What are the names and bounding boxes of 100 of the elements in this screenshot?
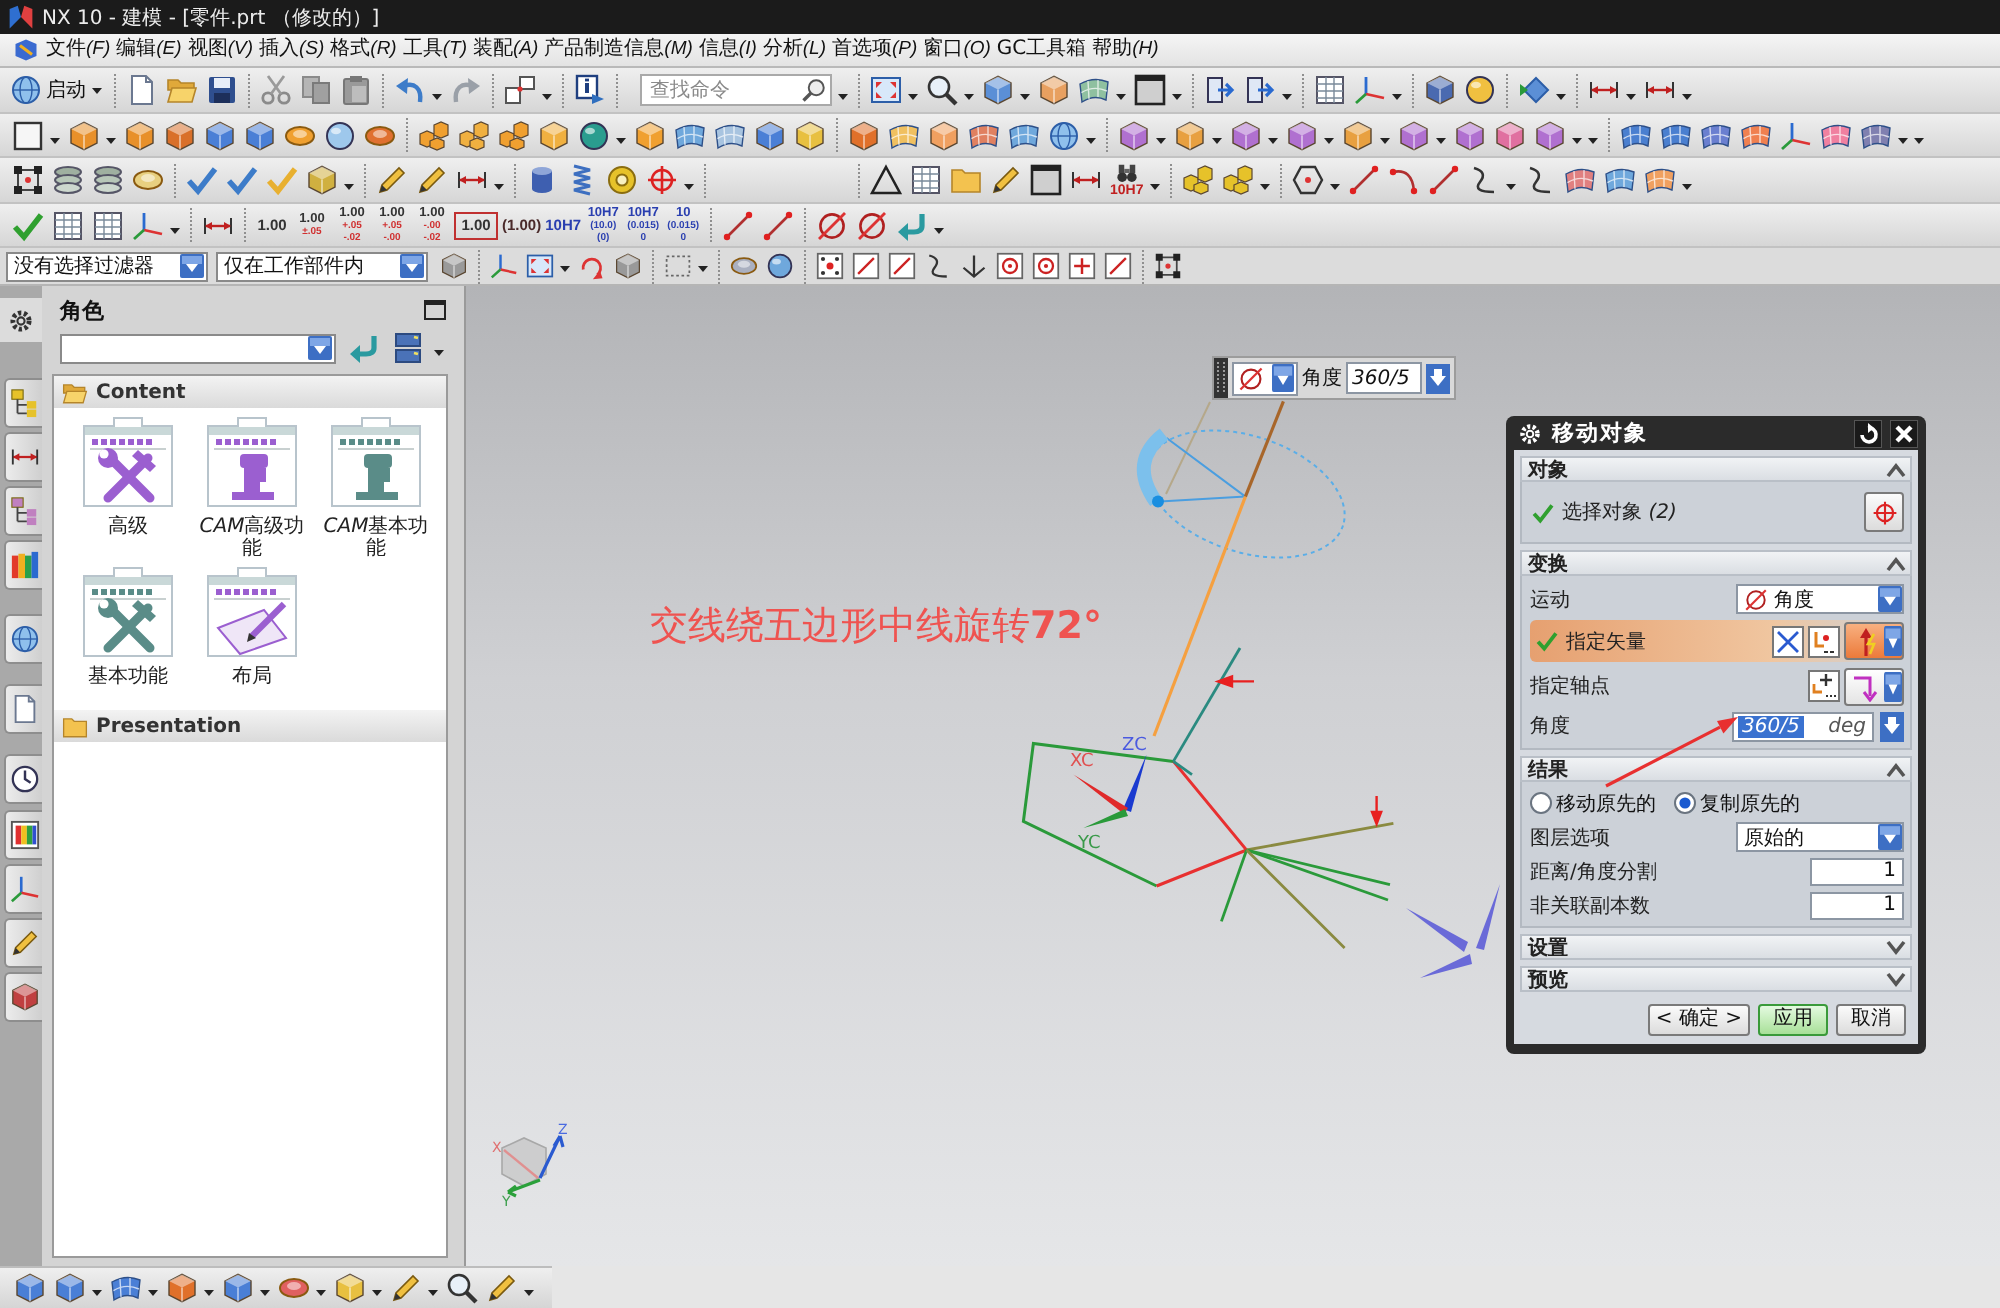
line-snap-icon[interactable] (1104, 252, 1132, 280)
radio-option[interactable]: 复制原先的 (1674, 789, 1800, 817)
pencil-icon[interactable] (376, 164, 408, 196)
chevron-up-icon[interactable] (1886, 555, 1906, 571)
copies-field[interactable]: 1 (1810, 891, 1904, 919)
cylinder-icon[interactable] (526, 164, 558, 196)
axes-icon[interactable] (132, 209, 164, 241)
table-icon[interactable] (1314, 74, 1346, 106)
cube-icon[interactable] (1174, 119, 1206, 151)
cube-icon[interactable] (754, 119, 786, 151)
role-item[interactable]: CAM高级功能 (190, 416, 314, 566)
folder-icon[interactable] (62, 713, 88, 739)
caret-icon[interactable] (344, 184, 354, 190)
circle-snap-icon[interactable] (1032, 252, 1060, 280)
section-header[interactable]: Content (54, 376, 446, 408)
cube-icon[interactable] (1398, 119, 1430, 151)
page-icon[interactable] (9, 694, 39, 724)
surface-icon[interactable] (1643, 164, 1676, 196)
cubes-icon[interactable] (1181, 164, 1214, 196)
role-item[interactable]: 基本功能 (66, 566, 190, 694)
tree-icon[interactable] (9, 496, 39, 526)
vector-row[interactable]: 指定矢量 (1530, 620, 1904, 662)
caret-icon[interactable] (428, 1290, 438, 1296)
caret-icon[interactable] (260, 1290, 270, 1296)
caret-icon[interactable] (560, 266, 570, 272)
caret-icon[interactable] (1116, 94, 1126, 100)
sphere-icon[interactable] (1464, 74, 1496, 106)
section-header[interactable]: 对象 (1520, 456, 1912, 482)
cube-icon[interactable] (614, 252, 642, 280)
close-icon[interactable] (1890, 419, 1918, 447)
cubes-icon[interactable] (418, 119, 450, 151)
caret-icon[interactable] (1392, 94, 1402, 100)
surface-icon[interactable] (1820, 119, 1852, 151)
fit-view-icon[interactable] (870, 74, 902, 106)
caret-icon[interactable] (204, 1290, 214, 1296)
circle-snap-icon[interactable] (996, 252, 1024, 280)
check-icon[interactable] (12, 209, 44, 241)
section-header[interactable]: Presentation (54, 710, 446, 742)
curve-icon[interactable] (924, 252, 952, 280)
cube-icon[interactable] (244, 119, 276, 151)
surface-icon[interactable] (1860, 119, 1892, 151)
section-header[interactable]: 预览 (1520, 966, 1912, 992)
disc-icon[interactable] (730, 252, 758, 280)
plus-snap-icon[interactable] (1068, 252, 1096, 280)
clock-icon[interactable] (9, 764, 39, 794)
circle-slash-icon[interactable] (855, 209, 888, 241)
node-grid-icon[interactable] (1154, 252, 1182, 280)
menu-item[interactable]: 首选项(P) (830, 36, 920, 64)
layers-icon[interactable] (92, 164, 124, 196)
search-icon[interactable] (802, 78, 826, 102)
caret-icon[interactable] (964, 94, 974, 100)
caret-icon[interactable] (1505, 184, 1516, 190)
caret-icon[interactable] (542, 94, 552, 100)
pencil-icon[interactable] (990, 164, 1022, 196)
cubes-icon[interactable] (458, 119, 490, 151)
section-header[interactable]: 变换 (1520, 550, 1912, 576)
globe-icon[interactable] (1048, 119, 1080, 151)
cube-icon[interactable] (306, 164, 338, 196)
surface-icon[interactable] (1603, 164, 1636, 196)
caret-icon[interactable] (316, 1290, 326, 1296)
motion-dropdown[interactable] (1232, 361, 1298, 395)
cube-icon[interactable] (848, 119, 880, 151)
menu-item[interactable]: 分析(L) (760, 36, 829, 64)
caret-icon[interactable] (494, 184, 504, 190)
disc-icon[interactable] (132, 164, 164, 196)
pencil-icon[interactable] (9, 928, 39, 958)
hexagon-icon[interactable] (1291, 164, 1324, 196)
caret-icon[interactable] (1682, 94, 1692, 100)
open-folder-icon[interactable] (62, 379, 88, 405)
caret-icon[interactable] (684, 184, 694, 190)
spin-down-icon[interactable] (1880, 711, 1904, 741)
caret-icon[interactable] (1681, 184, 1692, 190)
cube-icon[interactable] (1230, 119, 1262, 151)
window-icon[interactable] (1030, 164, 1062, 196)
resource-tab[interactable] (4, 432, 42, 482)
scope-filter-dropdown[interactable]: 仅在工作部件内 (216, 251, 428, 281)
cube-icon[interactable] (1424, 74, 1456, 106)
cube-icon[interactable] (124, 119, 156, 151)
tree-icon[interactable] (9, 388, 39, 418)
caret-icon[interactable] (1329, 184, 1340, 190)
select-object-button[interactable] (1864, 492, 1904, 532)
menu-item[interactable]: 文件(F) (44, 36, 113, 64)
cross-arrows-icon[interactable] (1772, 625, 1804, 657)
grip-handle[interactable] (1214, 358, 1228, 398)
cube-icon[interactable] (204, 119, 236, 151)
caret-icon[interactable] (1380, 138, 1390, 144)
menu-item[interactable]: 装配(A) (471, 36, 541, 64)
chevron-down-icon[interactable] (1886, 939, 1906, 955)
scissors-icon[interactable] (260, 74, 292, 106)
caret-icon[interactable] (92, 1290, 102, 1296)
resource-tab[interactable] (4, 918, 42, 968)
cube-icon[interactable] (1286, 119, 1318, 151)
cube-icon[interactable] (440, 252, 468, 280)
line-icon[interactable] (1427, 164, 1460, 196)
axes-icon[interactable] (9, 874, 39, 904)
fit-view-icon[interactable] (526, 252, 554, 280)
caret-icon[interactable] (1259, 184, 1270, 190)
dotted-box-icon[interactable] (664, 252, 692, 280)
surface-icon[interactable] (1660, 119, 1692, 151)
radio-icon[interactable] (1674, 792, 1696, 814)
